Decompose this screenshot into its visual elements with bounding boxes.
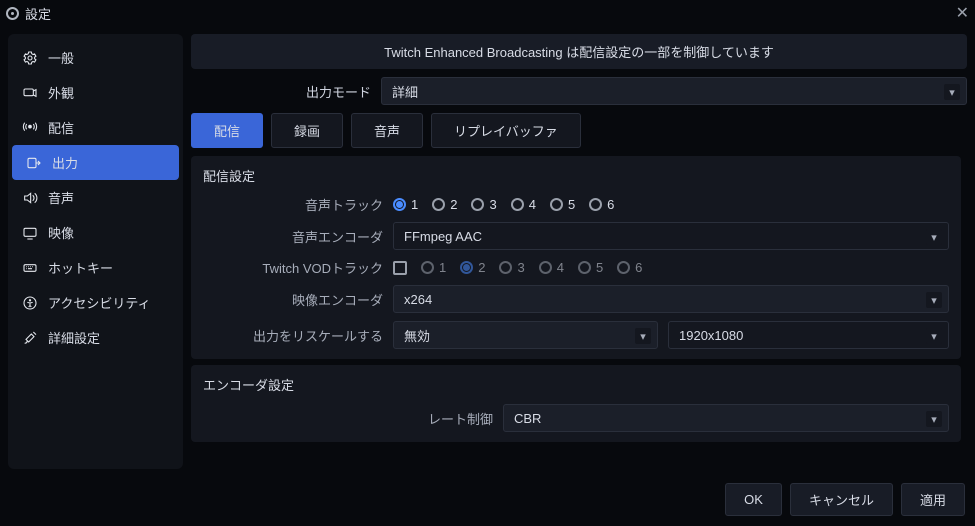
audio-encoder-value: FFmpeg AAC bbox=[404, 229, 482, 244]
audio-track-2[interactable]: 2 bbox=[432, 197, 457, 212]
cancel-button[interactable]: キャンセル bbox=[790, 483, 893, 516]
output-mode-select[interactable]: 詳細 ▾ bbox=[381, 77, 967, 105]
sidebar-item-label: 映像 bbox=[48, 223, 74, 242]
sidebar-item-advanced[interactable]: 詳細設定 bbox=[8, 320, 183, 355]
sidebar-item-video[interactable]: 映像 bbox=[8, 215, 183, 250]
chevron-down-icon: ▾ bbox=[926, 411, 942, 427]
sidebar-item-general[interactable]: 一般 bbox=[8, 40, 183, 75]
gear-icon bbox=[22, 50, 38, 66]
audio-encoder-select[interactable]: FFmpeg AAC ▾ bbox=[393, 222, 949, 250]
audio-track-radios: 1 2 3 4 5 6 bbox=[393, 197, 614, 212]
rescale-select[interactable]: 無効 ▾ bbox=[393, 321, 658, 349]
tab-label: 配信 bbox=[214, 124, 240, 139]
sidebar-item-label: アクセシビリティ bbox=[48, 293, 151, 312]
rate-control-select[interactable]: CBR ▾ bbox=[503, 404, 949, 432]
output-tabs: 配信 録画 音声 リプレイバッファ bbox=[191, 113, 967, 148]
sidebar-item-accessibility[interactable]: アクセシビリティ bbox=[8, 285, 183, 320]
encoder-settings-section: エンコーダ設定 レート制御 CBR ▾ bbox=[191, 365, 961, 442]
tab-label: リプレイバッファ bbox=[454, 124, 558, 139]
vod-track-group: 1 2 3 4 5 6 bbox=[393, 260, 642, 275]
tab-label: 録画 bbox=[294, 124, 320, 139]
vod-track-5: 5 bbox=[578, 260, 603, 275]
video-encoder-select[interactable]: x264 ▾ bbox=[393, 285, 949, 313]
tab-replay-buffer[interactable]: リプレイバッファ bbox=[431, 113, 581, 148]
vod-track-1: 1 bbox=[421, 260, 446, 275]
tab-label: 音声 bbox=[374, 124, 400, 139]
sidebar-item-label: 音声 bbox=[48, 188, 74, 207]
speaker-icon bbox=[22, 190, 38, 206]
sidebar-item-label: 配信 bbox=[48, 118, 74, 137]
sidebar-item-label: 出力 bbox=[52, 153, 78, 172]
dialog-footer: OK キャンセル 適用 bbox=[0, 477, 975, 526]
audio-track-1[interactable]: 1 bbox=[393, 197, 418, 212]
output-mode-label: 出力モード bbox=[191, 82, 371, 101]
rescale-resolution-value: 1920x1080 bbox=[679, 328, 743, 343]
sidebar: 一般 外観 配信 出力 音声 映像 ホットキー アクセシビリティ bbox=[8, 34, 183, 469]
window-title: 設定 bbox=[25, 4, 51, 23]
video-encoder-label: 映像エンコーダ bbox=[203, 290, 383, 309]
chevron-down-icon: ▾ bbox=[926, 328, 942, 344]
rate-control-value: CBR bbox=[514, 411, 541, 426]
audio-encoder-label: 音声エンコーダ bbox=[203, 227, 383, 246]
tab-audio[interactable]: 音声 bbox=[351, 113, 423, 148]
tab-recording[interactable]: 録画 bbox=[271, 113, 343, 148]
chevron-down-icon: ▾ bbox=[944, 84, 960, 100]
sidebar-item-hotkeys[interactable]: ホットキー bbox=[8, 250, 183, 285]
sidebar-item-label: 一般 bbox=[48, 48, 74, 67]
sidebar-item-label: 詳細設定 bbox=[48, 328, 100, 347]
ok-button[interactable]: OK bbox=[725, 483, 782, 516]
section-title: 配信設定 bbox=[203, 166, 949, 185]
chevron-down-icon: ▾ bbox=[635, 328, 651, 344]
video-encoder-value: x264 bbox=[404, 292, 432, 307]
audio-track-4[interactable]: 4 bbox=[511, 197, 536, 212]
tools-icon bbox=[22, 330, 38, 346]
vod-track-4: 4 bbox=[539, 260, 564, 275]
sidebar-item-label: 外観 bbox=[48, 83, 74, 102]
section-title: エンコーダ設定 bbox=[203, 375, 949, 394]
banner-text: Twitch Enhanced Broadcasting は配信設定の一部を制御… bbox=[384, 45, 774, 60]
titlebar: 設定 ✕ bbox=[0, 0, 975, 26]
audio-track-label: 音声トラック bbox=[203, 195, 383, 214]
rescale-resolution-select[interactable]: 1920x1080 ▾ bbox=[668, 321, 949, 349]
close-icon[interactable]: ✕ bbox=[956, 3, 969, 23]
rescale-label: 出力をリスケールする bbox=[203, 326, 383, 345]
sidebar-item-output[interactable]: 出力 bbox=[12, 145, 179, 180]
keyboard-icon bbox=[22, 260, 38, 276]
vod-track-checkbox[interactable] bbox=[393, 261, 407, 275]
settings-scroll[interactable]: 配信設定 音声トラック 1 2 3 4 5 6 音声エンコーダ FF bbox=[191, 156, 967, 469]
vod-track-2: 2 bbox=[460, 260, 485, 275]
chevron-down-icon: ▾ bbox=[926, 292, 942, 308]
vod-track-6: 6 bbox=[617, 260, 642, 275]
main-panel: Twitch Enhanced Broadcasting は配信設定の一部を制御… bbox=[191, 34, 967, 469]
audio-track-3[interactable]: 3 bbox=[471, 197, 496, 212]
audio-track-5[interactable]: 5 bbox=[550, 197, 575, 212]
output-icon bbox=[26, 155, 42, 171]
rescale-value: 無効 bbox=[404, 326, 430, 345]
output-mode-value: 詳細 bbox=[392, 82, 418, 101]
sidebar-item-appearance[interactable]: 外観 bbox=[8, 75, 183, 110]
vod-track-label: Twitch VODトラック bbox=[203, 258, 383, 277]
monitor-icon bbox=[22, 225, 38, 241]
audio-track-6[interactable]: 6 bbox=[589, 197, 614, 212]
antenna-icon bbox=[22, 120, 38, 136]
vod-track-3: 3 bbox=[499, 260, 524, 275]
app-logo-icon bbox=[6, 7, 19, 20]
chevron-down-icon: ▾ bbox=[926, 229, 942, 245]
sidebar-item-label: ホットキー bbox=[48, 258, 113, 277]
palette-icon bbox=[22, 85, 38, 101]
apply-button[interactable]: 適用 bbox=[901, 483, 965, 516]
tab-stream[interactable]: 配信 bbox=[191, 113, 263, 148]
sidebar-item-stream[interactable]: 配信 bbox=[8, 110, 183, 145]
accessibility-icon bbox=[22, 295, 38, 311]
rate-control-label: レート制御 bbox=[313, 409, 493, 428]
stream-settings-section: 配信設定 音声トラック 1 2 3 4 5 6 音声エンコーダ FF bbox=[191, 156, 961, 359]
info-banner: Twitch Enhanced Broadcasting は配信設定の一部を制御… bbox=[191, 34, 967, 69]
sidebar-item-audio[interactable]: 音声 bbox=[8, 180, 183, 215]
